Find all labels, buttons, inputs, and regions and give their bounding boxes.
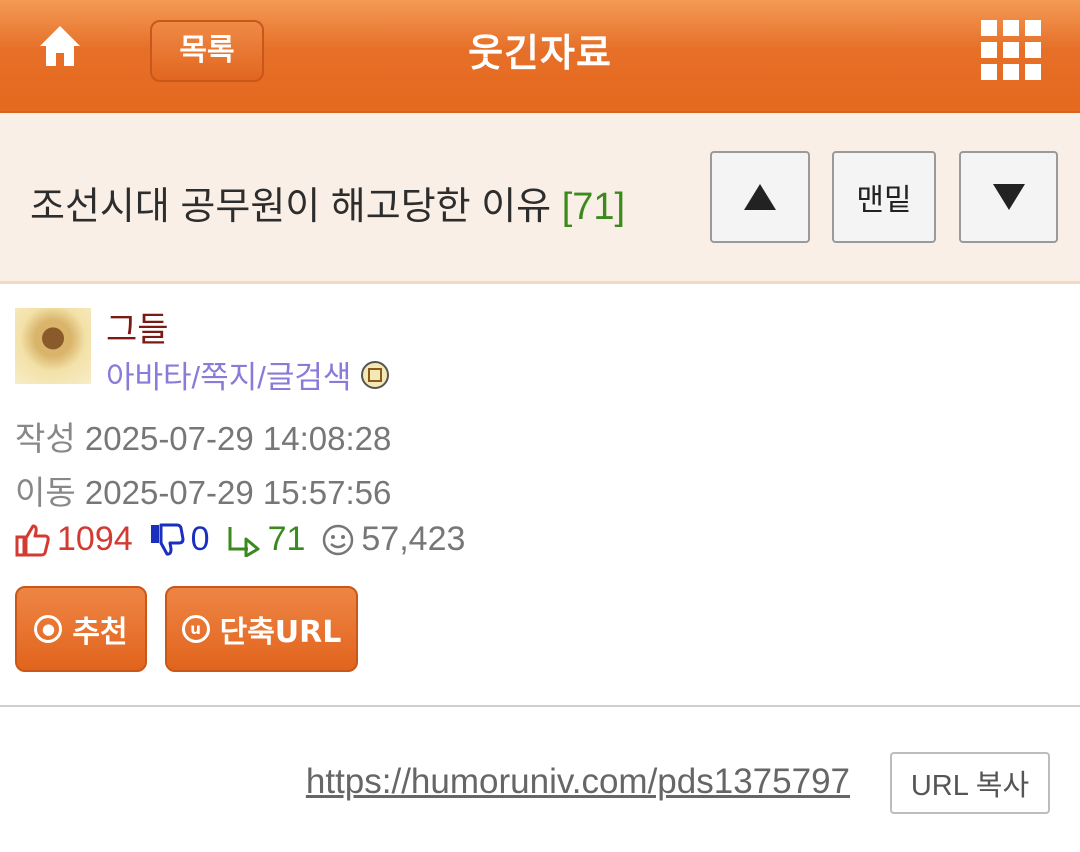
post-url-link[interactable]: https://humoruniv.com/pds1375797 xyxy=(306,762,850,802)
moved-time-row: 이동 2025-07-29 15:57:56 xyxy=(15,466,391,514)
member-badge-icon xyxy=(361,360,390,389)
short-url-label: 단축URL xyxy=(219,615,342,650)
reply-count: 71 xyxy=(267,520,306,558)
reply-arrow-icon xyxy=(226,523,262,557)
upvote-count: 1094 xyxy=(57,520,133,558)
short-url-button[interactable]: u 단축URL xyxy=(165,586,358,672)
recommend-icon: ● xyxy=(34,615,63,643)
scroll-bottom-button[interactable]: 맨밑 xyxy=(832,151,936,243)
top-header: 목록 웃긴자료 xyxy=(0,0,1080,113)
written-time: 2025-07-29 14:08:28 xyxy=(84,420,392,457)
recommend-label: 추천 xyxy=(72,615,128,650)
written-time-row: 작성 2025-07-29 14:08:28 xyxy=(15,412,391,460)
smiley-view-icon xyxy=(321,523,355,557)
scroll-down-button[interactable] xyxy=(959,151,1058,243)
recommend-button[interactable]: ● 추천 xyxy=(15,586,147,672)
down-arrow-icon xyxy=(992,184,1025,210)
post-stats: 1094 0 71 57,423 xyxy=(15,520,481,559)
thumbs-down-icon xyxy=(149,523,185,557)
author-links-text[interactable]: 아바타/쪽지/글검색 xyxy=(106,352,351,397)
post-title-bar: 조선시대 공무원이 해고당한 이유 [71] 맨밑 xyxy=(0,113,1080,284)
moved-label: 이동 xyxy=(15,474,76,511)
written-label: 작성 xyxy=(15,420,76,457)
grid-menu-icon[interactable] xyxy=(981,20,1041,80)
scroll-up-button[interactable] xyxy=(710,151,810,243)
thumbs-up-icon xyxy=(15,523,51,557)
comment-count[interactable]: [71] xyxy=(562,186,625,228)
board-title: 웃긴자료 xyxy=(468,31,612,75)
author-links: 아바타/쪽지/글검색 xyxy=(106,352,390,397)
copy-url-button[interactable]: URL 복사 xyxy=(890,752,1050,814)
author-name[interactable]: 그들 xyxy=(106,302,169,351)
post-info: 그들 아바타/쪽지/글검색 작성 2025-07-29 14:08:28 이동 … xyxy=(0,284,1080,708)
up-arrow-icon xyxy=(744,184,776,210)
downvote-count: 0 xyxy=(190,520,210,558)
post-title-text: 조선시대 공무원이 해고당한 이유 xyxy=(30,186,552,228)
moved-time: 2025-07-29 15:57:56 xyxy=(84,474,392,511)
post-title: 조선시대 공무원이 해고당한 이유 [71] xyxy=(30,175,625,230)
avatar[interactable] xyxy=(15,308,91,384)
short-url-icon: u xyxy=(181,615,210,643)
url-section: https://humoruniv.com/pds1375797 URL 복사 xyxy=(0,752,1080,814)
view-count: 57,423 xyxy=(361,520,466,558)
section-divider xyxy=(0,705,1080,707)
